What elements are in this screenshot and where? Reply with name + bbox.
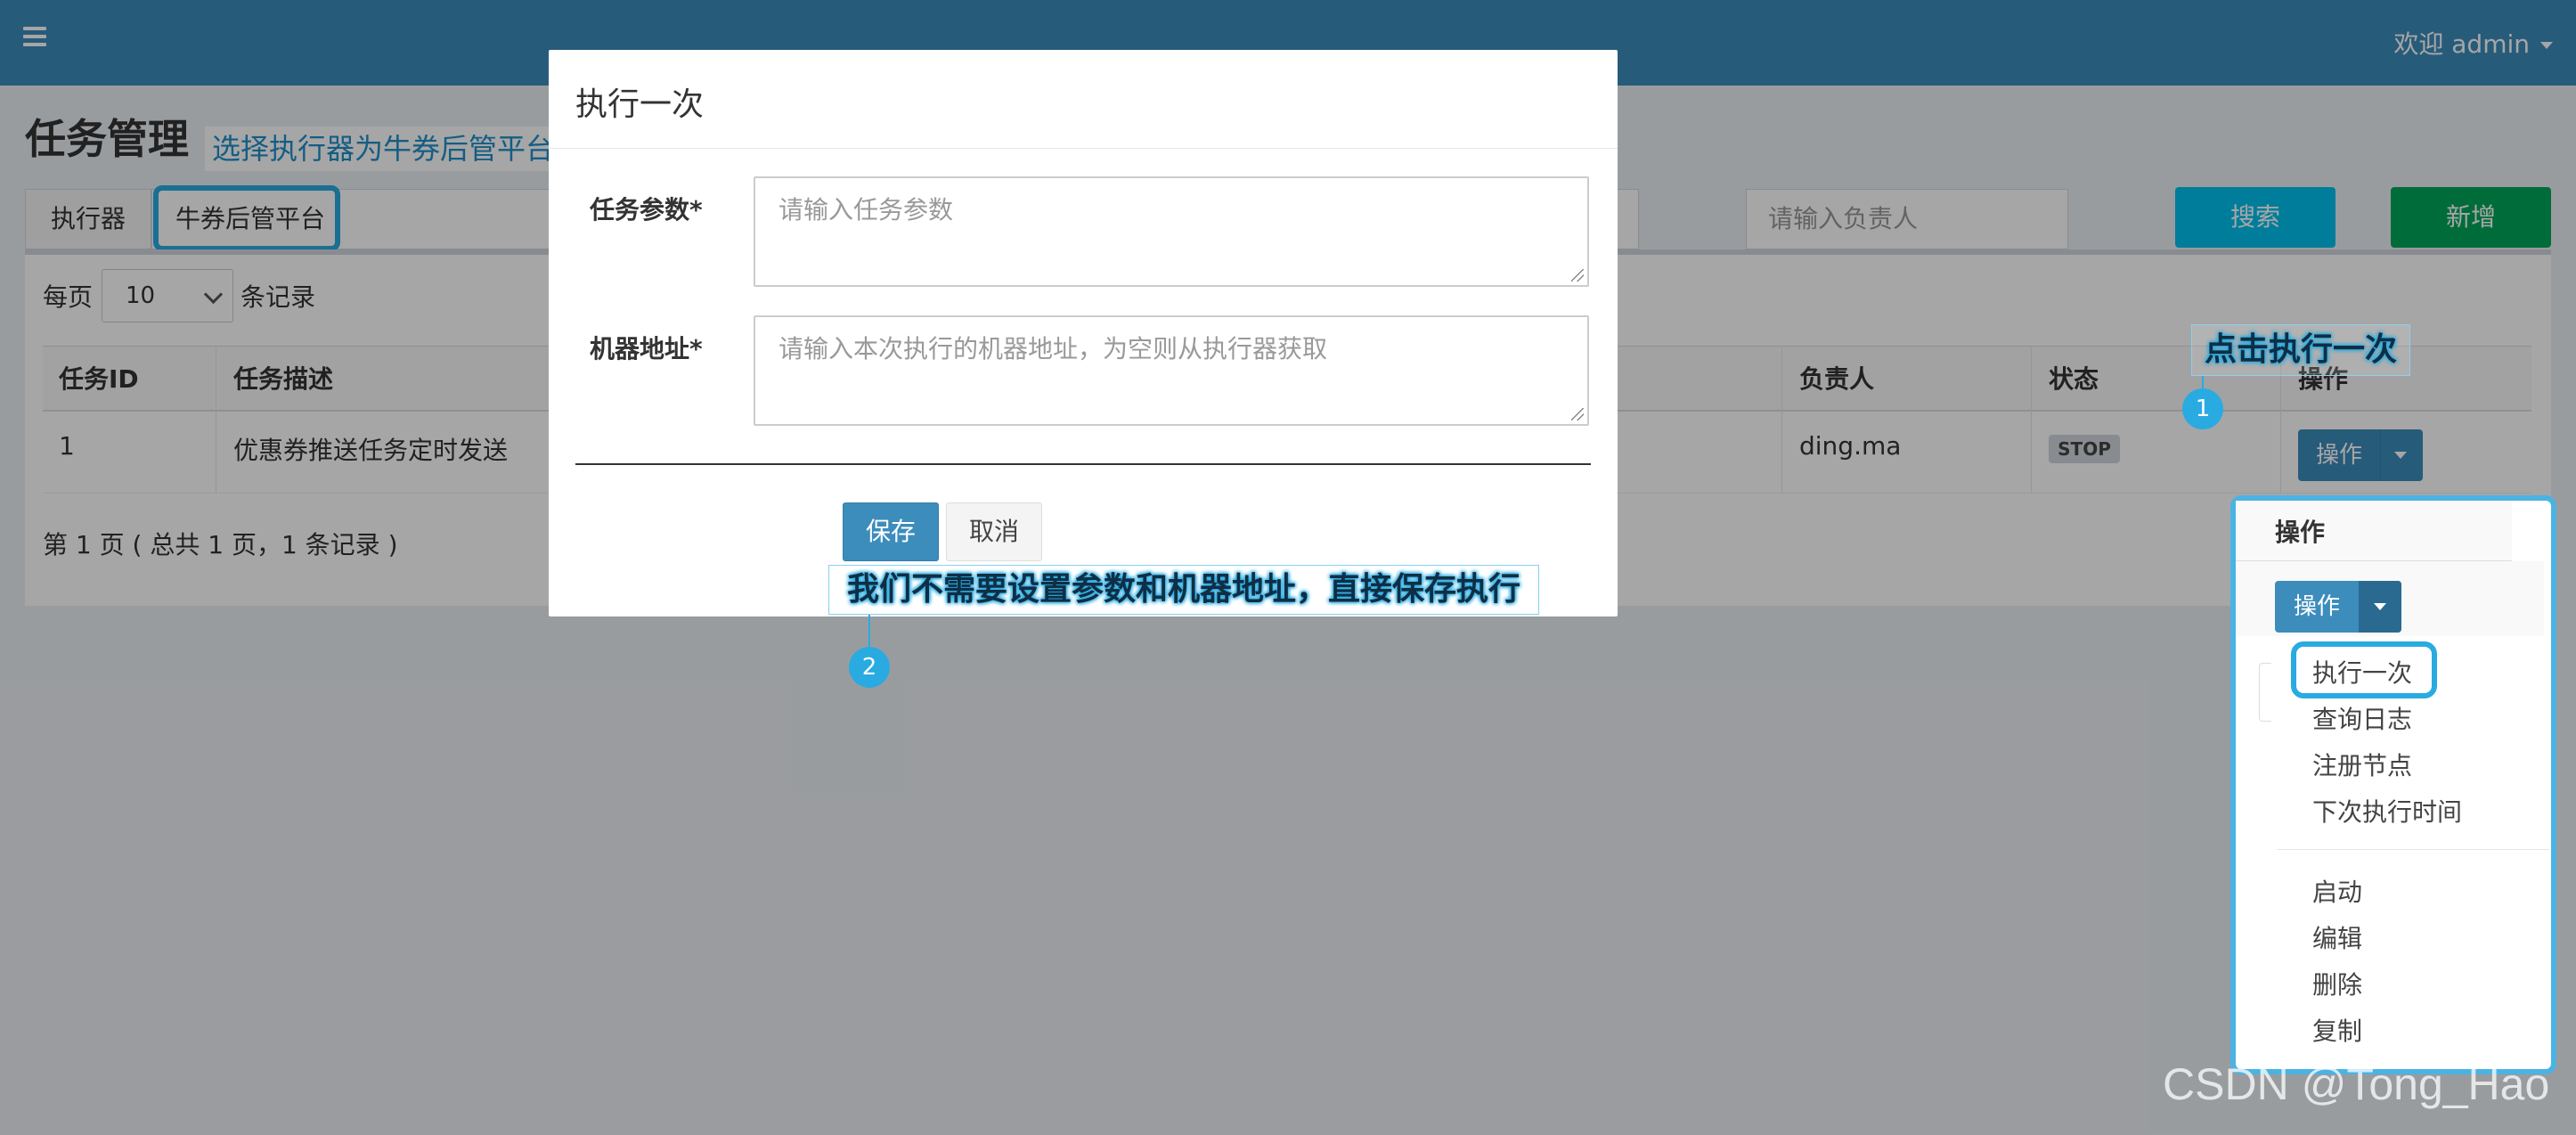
menu-item-next-trigger-time[interactable]: 下次执行时间 bbox=[2312, 793, 2462, 829]
address-label: 机器地址* bbox=[590, 334, 703, 363]
inset-operation-label: 操作 bbox=[2293, 593, 2340, 620]
modal-divider bbox=[549, 148, 1618, 149]
inset-dropdown-toggle[interactable] bbox=[2359, 581, 2401, 633]
param-textarea[interactable]: 请输入任务参数 bbox=[754, 176, 1589, 287]
watermark: CSDN @Tong_Hao bbox=[2163, 1059, 2550, 1109]
address-placeholder: 请输入本次执行的机器地址，为空则从执行器获取 bbox=[779, 334, 1328, 363]
menu-item-start[interactable]: 启动 bbox=[2312, 873, 2362, 909]
inset-row-stub bbox=[2259, 663, 2271, 722]
resize-handle-icon[interactable] bbox=[1571, 269, 1584, 282]
cancel-button[interactable]: 取消 bbox=[946, 502, 1042, 561]
annotation-click-trigger: 点击执行一次 bbox=[2191, 324, 2410, 376]
menu-item-delete[interactable]: 删除 bbox=[2312, 966, 2362, 1001]
address-textarea[interactable]: 请输入本次执行的机器地址，为空则从执行器获取 bbox=[754, 315, 1589, 426]
annotation-number-2: 2 bbox=[849, 647, 890, 688]
menu-item-copy[interactable]: 复制 bbox=[2312, 1012, 2362, 1048]
inset-operation-button[interactable]: 操作 bbox=[2275, 581, 2401, 633]
inset-header-label: 操作 bbox=[2275, 518, 2326, 547]
caret-down-icon bbox=[2374, 603, 2386, 610]
menu-item-edit[interactable]: 编辑 bbox=[2312, 919, 2362, 955]
resize-handle-icon[interactable] bbox=[1571, 408, 1584, 421]
modal-footer-divider bbox=[575, 463, 1591, 465]
menu-item-query-log[interactable]: 查询日志 bbox=[2312, 700, 2412, 736]
modal-title: 执行一次 bbox=[575, 86, 705, 123]
menu-item-registry-node[interactable]: 注册节点 bbox=[2312, 747, 2412, 782]
param-placeholder: 请输入任务参数 bbox=[779, 195, 954, 225]
annotation-number-1: 1 bbox=[2182, 388, 2223, 429]
save-button[interactable]: 保存 bbox=[843, 502, 939, 561]
trigger-once-highlight bbox=[2291, 641, 2437, 698]
param-label: 任务参数* bbox=[590, 195, 703, 225]
annotation-leader-line bbox=[868, 615, 870, 647]
menu-divider bbox=[2277, 849, 2549, 850]
annotation-save-directly: 我们不需要设置参数和机器地址，直接保存执行 bbox=[828, 565, 1539, 615]
